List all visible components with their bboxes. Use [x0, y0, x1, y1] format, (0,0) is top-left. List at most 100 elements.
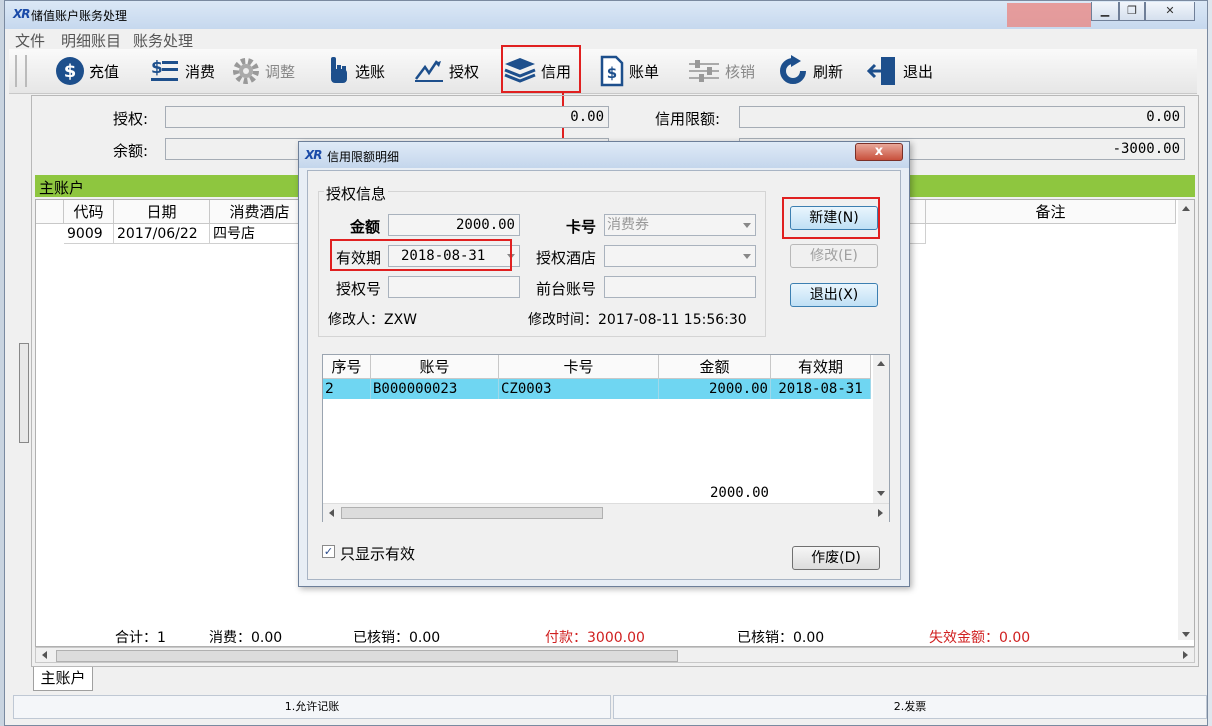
exit-door-icon: [867, 57, 895, 85]
scroll-up-icon[interactable]: [877, 361, 885, 366]
auth-value: 0.00: [570, 109, 604, 125]
table-row-account[interactable]: B000000023: [371, 379, 499, 399]
table-vertical-scrollbar[interactable]: [873, 355, 889, 503]
consume-button[interactable]: $ 消费: [149, 53, 215, 89]
modifier-text: 修改人：ZXW: [328, 312, 418, 328]
select-account-button[interactable]: 选账: [325, 53, 385, 89]
bill-button[interactable]: $ 账单: [599, 53, 659, 89]
dollar-coin-icon: $: [56, 57, 84, 85]
grid-header-remark[interactable]: 备注: [926, 200, 1176, 224]
table-horizontal-scrollbar[interactable]: [323, 503, 889, 522]
scroll-up-icon[interactable]: [1182, 206, 1190, 211]
refresh-label: 刷新: [813, 62, 844, 81]
sliders-icon: [689, 60, 719, 82]
void-button[interactable]: 作废(D): [792, 546, 880, 570]
front-account-field[interactable]: [604, 276, 756, 298]
hand-pointer-icon: [331, 57, 347, 83]
summary-written-off-2: 已核销：0.00: [737, 630, 825, 646]
menu-bar: 文件 明细账目 账务处理: [9, 29, 1197, 51]
dialog-body: 授权信息 金额 2000.00 卡号 消费券 有效期 2018-08-31 授权…: [307, 170, 901, 580]
app-logo-icon: XR: [13, 7, 30, 21]
status-allow-posting: 1.允许记账: [13, 695, 611, 719]
summary-paid: 付款：3000.00: [545, 630, 645, 646]
minimize-button[interactable]: ▁: [1091, 2, 1119, 21]
amount-label: 金额: [350, 218, 381, 236]
select-account-label: 选账: [355, 62, 386, 81]
credit-limit-label: 信用限额:: [655, 110, 721, 128]
exit-button[interactable]: 退出: [867, 53, 933, 89]
chevron-down-icon: [743, 223, 751, 228]
adjust-label: 调整: [265, 62, 296, 81]
amount-field[interactable]: 2000.00: [388, 214, 520, 236]
auth-hotel-select[interactable]: [604, 245, 756, 267]
dialog-title-bar: XR 信用限额明细 x: [299, 142, 909, 168]
table-row-amount[interactable]: 2000.00: [659, 379, 771, 399]
auth-no-label: 授权号: [336, 280, 382, 298]
main-account-label: 主账户: [39, 179, 85, 197]
table-header-seq[interactable]: 序号: [323, 355, 371, 379]
writeoff-button[interactable]: 核销: [687, 53, 755, 89]
recharge-label: 充值: [89, 62, 120, 81]
authorize-button[interactable]: 授权: [413, 53, 479, 89]
splitter-handle[interactable]: [19, 343, 29, 443]
show-valid-checkbox[interactable]: ✓: [322, 545, 335, 558]
grid-header-code[interactable]: 代码: [64, 200, 114, 224]
consume-label: 消费: [185, 62, 216, 81]
grid-row-header: [36, 200, 64, 224]
grid-header-hotel[interactable]: 消费酒店: [210, 200, 310, 224]
scroll-left-icon[interactable]: [329, 509, 334, 517]
menu-detail-accounts[interactable]: 明细账目: [61, 30, 121, 51]
tab-main-account[interactable]: 主账户: [33, 667, 93, 691]
card-label: 卡号: [566, 218, 597, 236]
window-controls: ▁ ❐ ✕: [1091, 2, 1201, 22]
svg-text:$: $: [607, 64, 617, 82]
svg-text:$: $: [64, 61, 77, 82]
toolbar-grip: [15, 55, 27, 87]
scroll-left-icon[interactable]: [42, 651, 47, 659]
scroll-thumb[interactable]: [341, 507, 603, 519]
dialog-close-button[interactable]: x: [855, 143, 903, 161]
maximize-button[interactable]: ❐: [1119, 2, 1145, 21]
auth-no-field[interactable]: [388, 276, 520, 298]
scroll-right-icon[interactable]: [878, 509, 883, 517]
refresh-button[interactable]: 刷新: [777, 53, 843, 89]
expiry-highlight-box: [330, 239, 512, 271]
table-header-expiry[interactable]: 有效期: [771, 355, 871, 379]
scroll-thumb[interactable]: [56, 650, 678, 662]
toolbar: $ 充值 $ 消费 调整 选账 授权 信用 $ 账单 核销 刷新 退出: [9, 45, 1197, 94]
menu-account-processing[interactable]: 账务处理: [133, 30, 193, 51]
modify-time-text: 修改时间：2017-08-11 15:56:30: [528, 312, 747, 328]
table-row-date[interactable]: 2017/06/22: [114, 224, 210, 244]
adjust-button[interactable]: 调整: [231, 53, 295, 89]
auth-field: 0.00: [165, 106, 609, 128]
table-row-expiry[interactable]: 2018-08-31: [771, 379, 871, 399]
table-header-account[interactable]: 账号: [371, 355, 499, 379]
table-header-card[interactable]: 卡号: [499, 355, 659, 379]
edit-button[interactable]: 修改(E): [790, 244, 878, 268]
table-row-hotel[interactable]: 四号店: [210, 224, 310, 244]
auth-hotel-label: 授权酒店: [536, 249, 597, 267]
table-row-code[interactable]: 9009: [64, 224, 114, 244]
dollar-list-icon: $: [151, 58, 178, 81]
card-select[interactable]: 消费券: [604, 214, 756, 236]
summary-total: 合计：1: [115, 630, 166, 646]
scroll-right-icon[interactable]: [1183, 651, 1188, 659]
table-row-seq[interactable]: 2: [323, 379, 371, 399]
grid-vertical-scrollbar[interactable]: [1178, 200, 1194, 640]
grid-header-date[interactable]: 日期: [114, 200, 210, 224]
table-row-card[interactable]: CZ0003: [499, 379, 659, 399]
table-header-amount[interactable]: 金额: [659, 355, 771, 379]
credit-limit-dialog: XR 信用限额明细 x 授权信息 金额 2000.00 卡号 消费券 有效期 2…: [298, 141, 910, 587]
recharge-button[interactable]: $ 充值: [55, 53, 119, 89]
menu-file[interactable]: 文件: [15, 30, 45, 51]
dialog-exit-button[interactable]: 退出(X): [790, 283, 878, 307]
blurred-notification: [1007, 3, 1091, 27]
summary-consume: 消费：0.00: [209, 630, 283, 646]
scroll-down-icon[interactable]: [1182, 632, 1190, 637]
close-button[interactable]: ✕: [1145, 2, 1195, 21]
grid-horizontal-scrollbar[interactable]: [35, 647, 1195, 663]
balance-value: -3000.00: [1112, 141, 1180, 157]
svg-text:$: $: [151, 58, 163, 78]
scroll-down-icon[interactable]: [877, 491, 885, 496]
gear-icon: [233, 58, 259, 84]
